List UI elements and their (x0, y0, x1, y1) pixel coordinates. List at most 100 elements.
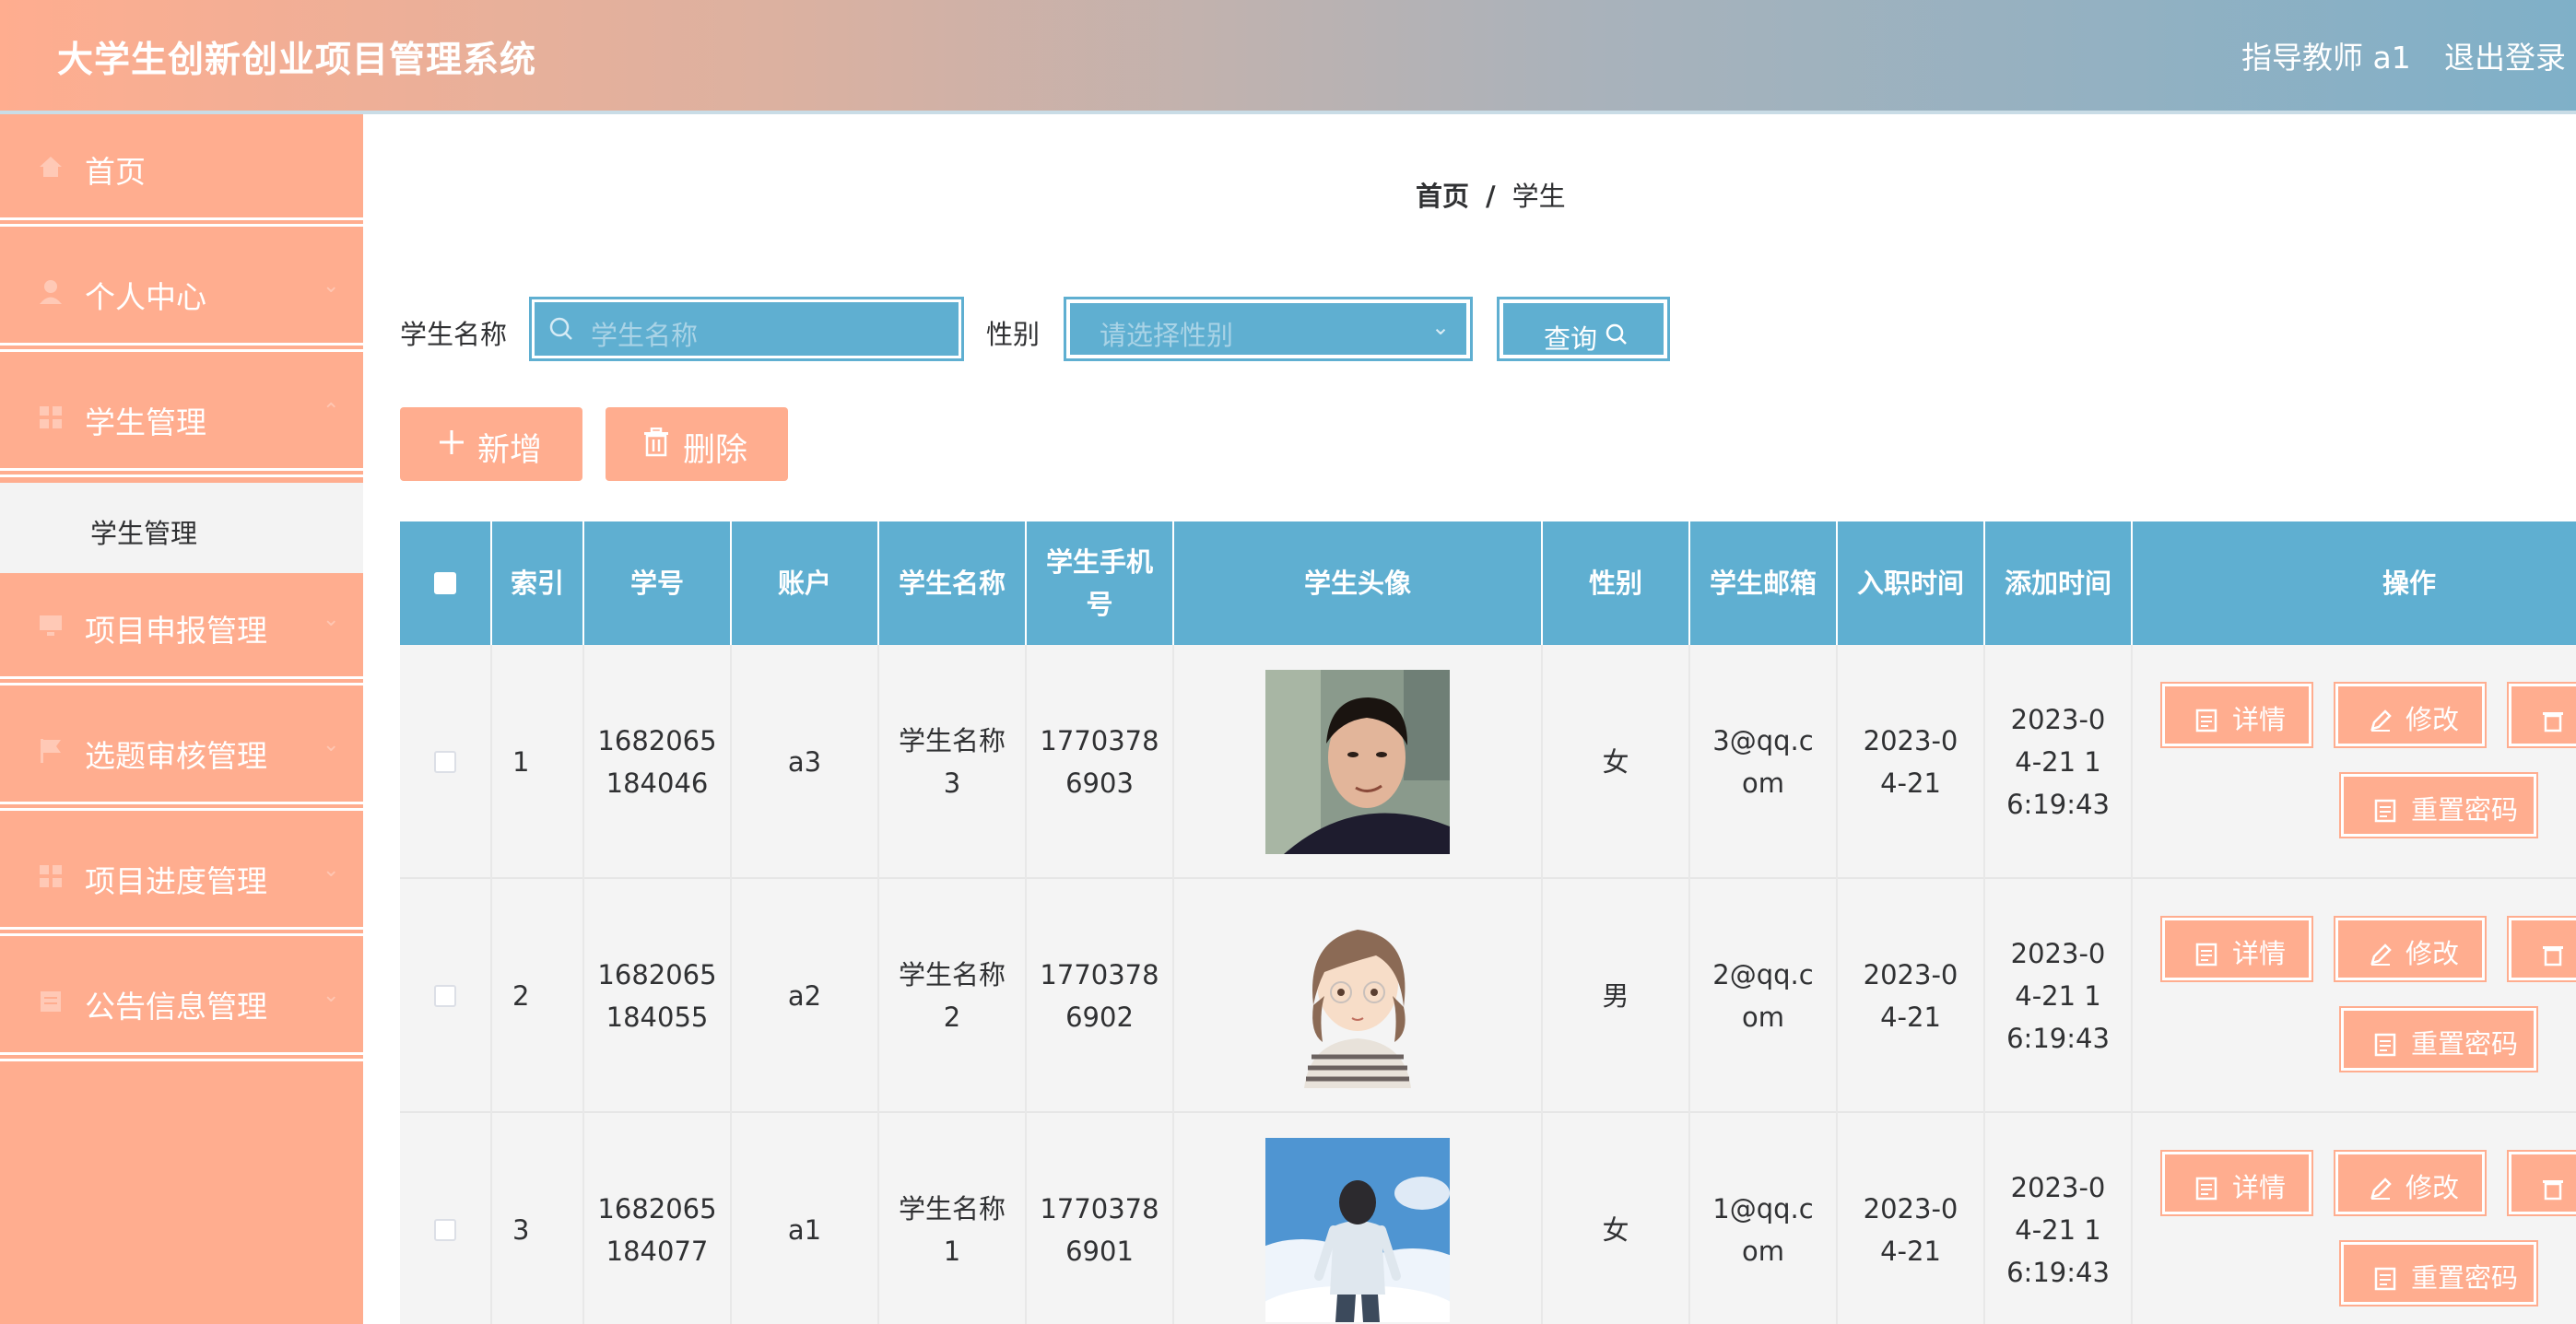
detail-button[interactable]: 详情 (2160, 1150, 2313, 1216)
breadcrumb: 首页 / 学生 (1416, 175, 1566, 214)
detail-button[interactable]: 详情 (2160, 916, 2313, 982)
search-icon (1605, 322, 1629, 353)
student-table: 索引 学号 账户 学生名称 学生手机号 学生头像 性别 学生邮箱 入职时间 添加… (400, 521, 2576, 1324)
actions-cell: 详情 修改 重置密码 (2133, 645, 2576, 879)
sidebar-item-announcements[interactable]: 公告信息管理 ⌄ (0, 949, 363, 1061)
add-button[interactable]: 新增 (400, 407, 582, 481)
document-icon (2195, 1170, 2217, 1213)
search-icon (548, 316, 574, 346)
document-icon (2374, 1260, 2396, 1303)
current-user-label[interactable]: 指导教师 a1 (2241, 33, 2411, 77)
column-header[interactable]: 索引 (492, 521, 584, 645)
chevron-down-icon: ⌄ (323, 984, 340, 1007)
document-icon (37, 988, 65, 1015)
gender-cell: 男 (1543, 879, 1690, 1113)
avatar-cell (1174, 879, 1543, 1113)
reset-password-button-label: 重置密码 (2411, 1262, 2519, 1294)
account-cell: a1 (732, 1113, 879, 1324)
gender-cell: 女 (1543, 1113, 1690, 1324)
join-date-cell: 2023-04-21 (1838, 879, 1985, 1113)
document-icon (2374, 1026, 2396, 1069)
row-select-cell (400, 879, 492, 1113)
gender-select[interactable]: 请选择性别 ⌄ (1064, 297, 1473, 361)
column-header[interactable]: 学生邮箱 (1690, 521, 1838, 645)
home-icon (37, 153, 65, 181)
detail-button[interactable]: 详情 (2160, 682, 2313, 748)
detail-button-label: 详情 (2232, 1172, 2287, 1203)
row-checkbox[interactable] (434, 751, 456, 773)
row-checkbox[interactable] (434, 985, 456, 1007)
sidebar-item-label: 选题审核管理 (85, 738, 267, 774)
reset-password-button-label: 重置密码 (2411, 794, 2519, 826)
index-cell: 3 (492, 1113, 584, 1324)
reset-password-button[interactable]: 重置密码 (2339, 772, 2538, 838)
gender-cell: 女 (1543, 645, 1690, 879)
reset-password-button[interactable]: 重置密码 (2339, 1006, 2538, 1072)
delete-button-label: 删除 (683, 432, 748, 469)
account-cell: a2 (732, 879, 879, 1113)
trash-icon (2542, 702, 2564, 744)
table-row: 1 1682065184046 a3 学生名称3 17703786903 女 3… (400, 645, 2576, 879)
sidebar-item-label: 首页 (85, 154, 146, 190)
reset-password-button[interactable]: 重置密码 (2339, 1240, 2538, 1306)
sidebar-subitem-student-management[interactable]: 学生管理 (0, 483, 363, 573)
chevron-up-icon: ⌃ (323, 400, 340, 423)
logout-link[interactable]: 退出登录 (2444, 33, 2566, 77)
table-row: 2 1682065184055 a2 学生名称2 17703786902 男 2… (400, 879, 2576, 1113)
row-select-cell (400, 645, 492, 879)
delete-button[interactable]: 删除 (606, 407, 788, 481)
delete-row-button[interactable] (2507, 1150, 2576, 1216)
sidebar-item-label: 学生管理 (85, 404, 206, 440)
document-icon (2374, 792, 2396, 835)
column-header[interactable]: 添加时间 (1985, 521, 2133, 645)
edit-button-label: 修改 (2405, 1172, 2460, 1203)
column-header[interactable]: 学生名称 (879, 521, 1027, 645)
flag-icon (37, 737, 65, 765)
edit-button[interactable]: 修改 (2334, 916, 2487, 982)
plus-icon (437, 428, 466, 465)
pencil-icon (2369, 702, 2393, 744)
student-name-search-input[interactable]: 学生名称 (529, 297, 964, 361)
query-button[interactable]: 查询 (1497, 297, 1670, 361)
phone-cell: 17703786901 (1027, 1113, 1174, 1324)
email-cell: 1@qq.com (1690, 1113, 1838, 1324)
column-header[interactable]: 性别 (1543, 521, 1690, 645)
sidebar-item-project-application[interactable]: 项目申报管理 ⌄ (0, 573, 363, 685)
row-checkbox[interactable] (434, 1219, 456, 1241)
detail-button-label: 详情 (2232, 938, 2287, 969)
column-header[interactable]: 账户 (732, 521, 879, 645)
edit-button[interactable]: 修改 (2334, 1150, 2487, 1216)
app-title: 大学生创新创业项目管理系统 (57, 40, 537, 81)
edit-button[interactable]: 修改 (2334, 682, 2487, 748)
sidebar-item-student-management[interactable]: 学生管理 ⌃ (0, 365, 363, 477)
added-time-cell: 2023-04-21 16:19:43 (1985, 645, 2133, 879)
add-button-label: 新增 (477, 432, 543, 469)
sidebar-item-topic-review[interactable]: 选题审核管理 ⌄ (0, 698, 363, 811)
delete-row-button[interactable] (2507, 916, 2576, 982)
avatar-cell (1174, 1113, 1543, 1324)
column-header[interactable]: 学生手机号 (1027, 521, 1174, 645)
breadcrumb-current: 学生 (1511, 181, 1566, 212)
student-name-label: 学生名称 (400, 319, 508, 350)
added-time-cell: 2023-04-21 16:19:43 (1985, 879, 2133, 1113)
account-cell: a3 (732, 645, 879, 879)
student-avatar-image[interactable] (1265, 1138, 1450, 1322)
chevron-down-icon: ⌄ (323, 859, 340, 882)
edit-button-label: 修改 (2405, 704, 2460, 735)
breadcrumb-home[interactable]: 首页 (1416, 181, 1469, 212)
sidebar-item-profile[interactable]: 个人中心 ⌄ (0, 240, 363, 352)
sidebar-item-label: 个人中心 (85, 279, 206, 315)
student-name-cell: 学生名称2 (879, 879, 1027, 1113)
student-avatar-image[interactable] (1265, 904, 1450, 1088)
column-header[interactable]: 学号 (584, 521, 732, 645)
sidebar-item-label: 项目进度管理 (85, 863, 267, 899)
column-header[interactable]: 学生头像 (1174, 521, 1543, 645)
avatar-cell (1174, 645, 1543, 879)
monitor-icon (37, 612, 65, 639)
sidebar-item-home[interactable]: 首页 (0, 114, 363, 227)
student-avatar-image[interactable] (1265, 670, 1450, 854)
sidebar-item-project-progress[interactable]: 项目进度管理 ⌄ (0, 824, 363, 936)
column-header[interactable]: 入职时间 (1838, 521, 1985, 645)
select-all-checkbox[interactable] (434, 572, 456, 594)
delete-row-button[interactable] (2507, 682, 2576, 748)
